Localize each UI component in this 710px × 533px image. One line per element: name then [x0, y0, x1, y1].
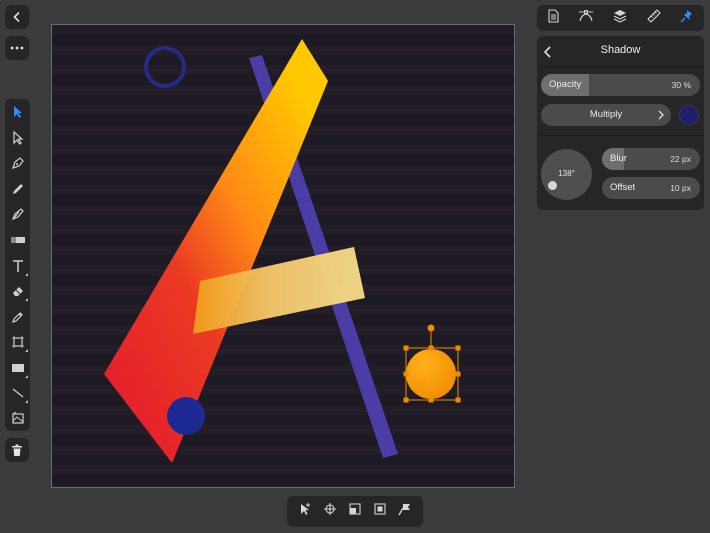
offset-value: 10 px	[670, 182, 691, 193]
angle-knob[interactable]	[548, 181, 557, 190]
crosshair-button[interactable]	[323, 502, 337, 521]
trash-icon	[12, 444, 22, 456]
ellipsis-icon	[10, 46, 24, 50]
document-tab[interactable]	[547, 8, 559, 28]
ruler-icon	[647, 8, 661, 23]
pen-nib-icon	[11, 157, 24, 169]
hollow-pointer-icon	[12, 131, 24, 145]
artboard-tool[interactable]	[5, 331, 30, 353]
arrange-back-icon	[349, 503, 361, 515]
panel-header: Shadow	[537, 36, 704, 67]
pencil-tool[interactable]	[5, 178, 30, 200]
blur-value: 22 px	[670, 153, 691, 164]
eraser-icon	[12, 287, 23, 296]
fill-icon	[10, 237, 25, 243]
pencil-icon	[12, 184, 23, 194]
rectangle-tool[interactable]	[5, 357, 30, 379]
pen-tool[interactable]	[5, 152, 30, 174]
move-tool[interactable]	[5, 101, 30, 123]
line-tool[interactable]	[5, 382, 30, 404]
delete-button[interactable]	[5, 438, 29, 462]
arrange-front-button[interactable]	[373, 502, 387, 521]
panel-title: Shadow	[600, 44, 641, 56]
opacity-value: 30 %	[671, 79, 691, 90]
pin-icon	[398, 504, 410, 516]
artboard-canvas[interactable]	[51, 24, 515, 488]
node-tool[interactable]	[5, 127, 30, 149]
color-picker-tool[interactable]	[5, 306, 30, 328]
artwork	[52, 25, 514, 487]
back-button[interactable]	[5, 5, 29, 29]
context-toolbar	[287, 496, 423, 527]
layers-tab[interactable]	[613, 9, 627, 28]
layers-icon	[614, 9, 627, 23]
eraser-tool[interactable]	[5, 280, 30, 302]
vector-brush-tool[interactable]	[5, 203, 30, 225]
chevron-left-icon	[13, 11, 20, 23]
opacity-label: Opacity	[549, 79, 582, 90]
offset-slider[interactable]: Offset 10 px	[602, 177, 700, 199]
arrange-front-icon	[374, 503, 386, 515]
line-icon	[12, 388, 23, 398]
arrange-back-button[interactable]	[348, 502, 362, 521]
opacity-slider[interactable]: Opacity 30 %	[541, 74, 700, 96]
orange-ball-shape[interactable]	[406, 349, 456, 399]
document-icon	[548, 8, 559, 23]
rectangle-icon	[11, 364, 24, 372]
text-tool[interactable]	[5, 255, 30, 277]
arrow-pointer-icon	[13, 106, 22, 118]
image-place-icon	[11, 411, 24, 424]
blend-mode-label: Multiply	[589, 109, 623, 120]
offset-label: Offset	[610, 182, 636, 193]
select-all-icon	[301, 503, 311, 515]
blend-mode-button[interactable]: Multiply	[541, 104, 671, 126]
eyedropper-icon	[11, 312, 23, 323]
chevron-right-icon	[658, 110, 664, 120]
pin-icon	[680, 9, 693, 22]
fill-tool[interactable]	[5, 229, 30, 251]
stroke-tab[interactable]	[578, 9, 594, 28]
tools-toolbar	[5, 99, 30, 431]
text-t-icon	[12, 260, 23, 272]
place-image-tool[interactable]	[5, 407, 30, 429]
pen-curve-icon	[579, 9, 594, 21]
pin-button[interactable]	[398, 502, 412, 521]
artboard-icon	[11, 336, 24, 348]
shadow-panel: Shadow Opacity 30 % Multiply 138° Blur 2…	[537, 36, 704, 210]
blur-label: Blur	[610, 153, 627, 164]
angle-dial[interactable]: 138°	[541, 149, 592, 200]
brush-icon	[11, 208, 24, 221]
more-button[interactable]	[5, 36, 29, 60]
transform-tab[interactable]	[647, 8, 661, 28]
blur-slider[interactable]: Blur 22 px	[602, 148, 700, 170]
shadow-color-swatch[interactable]	[679, 105, 699, 125]
effects-tab[interactable]	[680, 9, 694, 28]
crosshair-icon	[324, 503, 337, 515]
divider	[537, 135, 704, 136]
studio-tabs	[537, 5, 704, 31]
blue-ball-shape	[167, 397, 205, 435]
angle-value: 138°	[558, 169, 575, 178]
select-all-button[interactable]	[298, 502, 312, 521]
